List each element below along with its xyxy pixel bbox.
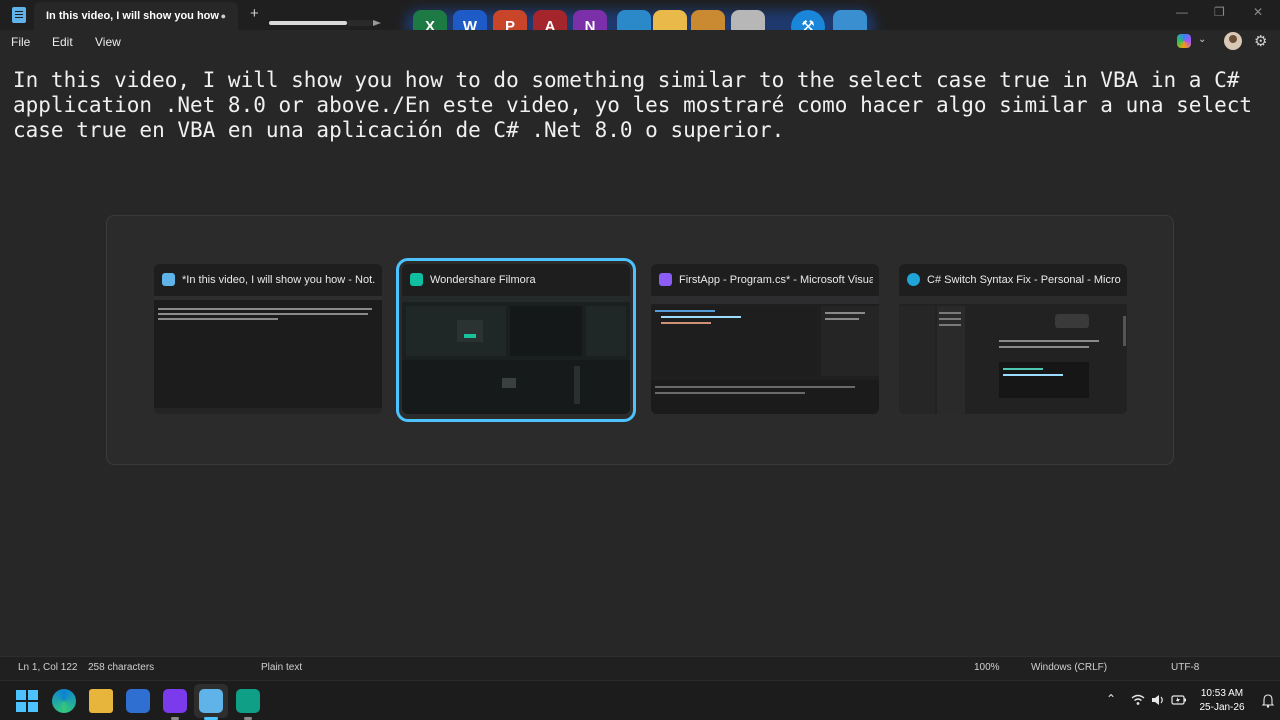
status-bar: Ln 1, Col 122 258 characters Plain text … bbox=[0, 656, 1280, 680]
notification-bell-icon[interactable] bbox=[1262, 694, 1274, 708]
windows-start-icon[interactable] bbox=[16, 690, 38, 712]
wifi-icon[interactable] bbox=[1131, 694, 1145, 706]
filmora-icon bbox=[410, 273, 423, 286]
clock-date: 25-Jan-26 bbox=[1199, 702, 1245, 713]
volume-icon[interactable] bbox=[1151, 694, 1165, 706]
avatar[interactable] bbox=[1224, 32, 1242, 50]
edge-icon bbox=[907, 273, 920, 286]
menu-view[interactable]: View bbox=[95, 35, 121, 49]
encoding: UTF-8 bbox=[1171, 662, 1200, 673]
filmora-thumbnail bbox=[402, 296, 630, 414]
card-thumbnail bbox=[402, 296, 630, 414]
tab-title: In this video, I will show you how bbox=[46, 10, 219, 22]
notepad-icon bbox=[162, 273, 175, 286]
chevron-down-icon[interactable]: ⌄ bbox=[1198, 34, 1206, 45]
switcher-card-edge[interactable]: C# Switch Syntax Fix - Personal - Micros… bbox=[899, 264, 1127, 416]
edge-icon[interactable] bbox=[52, 689, 76, 713]
system-clock[interactable]: 10:53 AM 25-Jan-26 bbox=[1190, 687, 1254, 715]
maximize-button[interactable]: ❐ bbox=[1214, 5, 1225, 19]
minimize-button[interactable]: — bbox=[1176, 5, 1188, 19]
card-header: C# Switch Syntax Fix - Personal - Micros… bbox=[899, 264, 1127, 296]
clock-time: 10:53 AM bbox=[1200, 688, 1244, 699]
menu-bar: File Edit View ⌄ ⚙ bbox=[0, 30, 1280, 54]
card-header: FirstApp - Program.cs* - Microsoft Visua… bbox=[651, 264, 879, 296]
visual-studio-thumbnail bbox=[651, 296, 879, 414]
copilot-icon[interactable] bbox=[1177, 34, 1191, 48]
cursor-position: Ln 1, Col 122 bbox=[18, 662, 78, 673]
visual-studio-icon[interactable] bbox=[163, 689, 187, 713]
edge-thumbnail bbox=[899, 296, 1127, 414]
card-header: *In this video, I will show you how - No… bbox=[154, 264, 382, 296]
menu-file[interactable]: File bbox=[11, 35, 30, 49]
file-explorer-icon[interactable] bbox=[89, 689, 113, 713]
switcher-card-visual-studio[interactable]: FirstApp - Program.cs* - Microsoft Visua… bbox=[651, 264, 879, 416]
filmora-icon[interactable] bbox=[236, 689, 260, 713]
tray-overflow-icon[interactable]: ⌃ bbox=[1106, 692, 1116, 706]
close-button[interactable]: ✕ bbox=[1253, 5, 1263, 19]
zoom-level: 100% bbox=[974, 662, 1000, 673]
line-ending: Windows (CRLF) bbox=[1031, 662, 1108, 673]
card-header: Wondershare Filmora bbox=[402, 264, 630, 296]
task-switcher: *In this video, I will show you how - No… bbox=[106, 215, 1174, 465]
card-title: C# Switch Syntax Fix - Personal - Micros… bbox=[927, 274, 1121, 286]
character-count: 258 characters bbox=[88, 662, 155, 673]
battery-icon[interactable] bbox=[1171, 694, 1187, 706]
menu-edit[interactable]: Edit bbox=[52, 35, 73, 49]
microsoft-store-icon[interactable] bbox=[126, 689, 150, 713]
unsaved-indicator-icon[interactable]: ● bbox=[221, 11, 226, 21]
card-thumbnail bbox=[154, 296, 382, 414]
notepad-icon bbox=[12, 7, 26, 23]
notepad-icon[interactable] bbox=[199, 689, 223, 713]
editor-text[interactable]: In this video, I will show you how to do… bbox=[13, 68, 1273, 143]
card-title: *In this video, I will show you how - No… bbox=[182, 274, 376, 286]
card-title: FirstApp - Program.cs* - Microsoft Visua… bbox=[679, 274, 873, 286]
switcher-card-filmora[interactable]: Wondershare Filmora bbox=[396, 258, 636, 422]
tab-document[interactable]: In this video, I will show you how ● bbox=[34, 2, 238, 30]
visual-studio-icon bbox=[659, 273, 672, 286]
new-tab-button[interactable]: + bbox=[250, 5, 259, 22]
pen-icon bbox=[269, 20, 381, 26]
switcher-card-notepad[interactable]: *In this video, I will show you how - No… bbox=[154, 264, 382, 416]
card-thumbnail bbox=[899, 296, 1127, 414]
gear-icon[interactable]: ⚙ bbox=[1254, 32, 1267, 50]
taskbar: ⌃ 10:53 AM 25-Jan-26 bbox=[0, 680, 1280, 720]
card-title: Wondershare Filmora bbox=[430, 274, 536, 286]
text-format: Plain text bbox=[261, 662, 303, 673]
notepad-thumbnail bbox=[154, 296, 382, 414]
card-thumbnail bbox=[651, 296, 879, 414]
